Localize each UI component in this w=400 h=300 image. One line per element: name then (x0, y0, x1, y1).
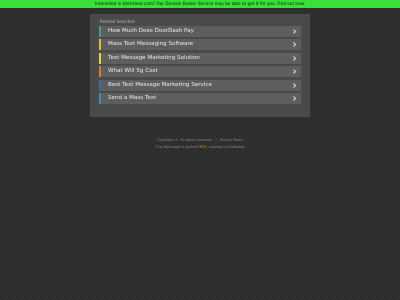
footer-separator: | (215, 138, 217, 142)
footer-parked-row: This Web page is parked FREE, courtesy o… (0, 145, 400, 149)
chevron-right-icon (293, 82, 297, 88)
chevron-right-icon (293, 29, 297, 34)
related-search-label: What Will 5g Cost (108, 68, 158, 75)
chevron-right-icon (293, 69, 297, 74)
related-search-item[interactable]: What Will 5g Cost (99, 66, 301, 78)
footer-copyright-row: Copyright ©. All rights reserved. | Privac… (0, 138, 400, 142)
related-searches-list: How Much Does DoorDash Pay Mass Text Mess… (99, 26, 301, 106)
parked-suffix: , courtesy of GoDaddy (206, 145, 245, 149)
related-search-label: Text Message Marketing Solution (108, 54, 200, 61)
related-search-item[interactable]: Best Text Message Marketing Service (99, 79, 301, 91)
related-search-item[interactable]: Mass Text Messaging Software (99, 39, 301, 51)
related-searches-panel: Related Searches How Much Does DoorDash … (90, 14, 310, 117)
copyright-text: Copyright ©. All rights reserved. (157, 138, 213, 142)
related-search-item[interactable]: How Much Does DoorDash Pay (99, 26, 301, 37)
chevron-right-icon (293, 42, 297, 48)
parked-prefix: This Web page is parked (155, 145, 197, 149)
related-searches-heading: Related Searches (100, 19, 135, 24)
related-search-item[interactable]: Send a Mass Text (99, 92, 301, 104)
related-search-label: How Much Does DoorDash Pay (108, 28, 194, 34)
chevron-right-icon (293, 55, 297, 61)
privacy-policy-link[interactable]: Privacy Policy (220, 138, 243, 142)
domain-broker-banner[interactable]: Interested in bterrtood.com? Our Domain … (0, 0, 400, 8)
related-search-label: Mass Text Messaging Software (108, 41, 194, 48)
related-search-label: Send a Mass Text (108, 94, 157, 101)
banner-link[interactable]: Interested in bterrtood.com? Our Domain … (95, 1, 305, 6)
related-search-label: Best Text Message Marketing Service (108, 81, 212, 88)
related-search-item[interactable]: Text Message Marketing Solution (99, 52, 301, 64)
chevron-right-icon (293, 96, 297, 101)
parked-free-text: FREE (198, 145, 207, 149)
